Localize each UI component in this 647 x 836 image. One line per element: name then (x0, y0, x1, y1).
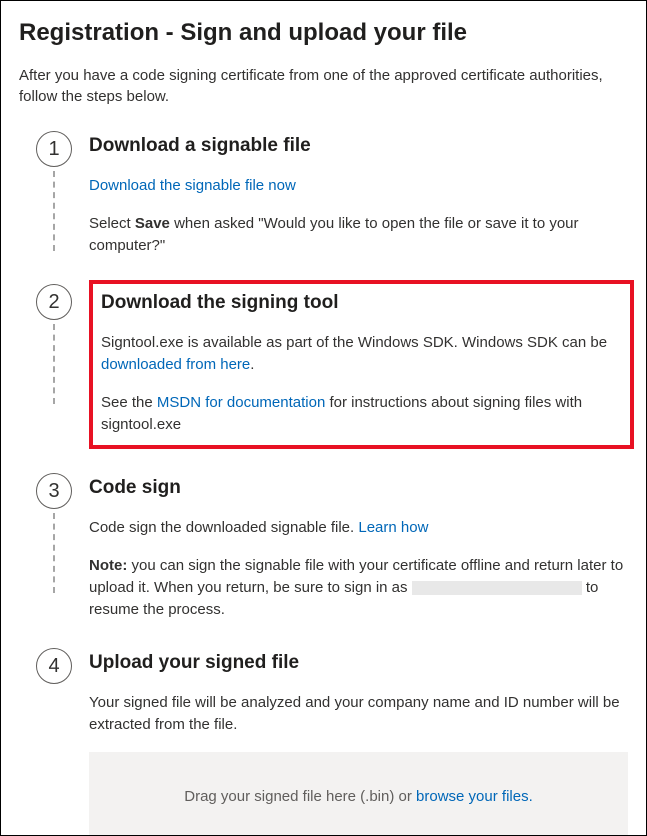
step-3-marker-col: 3 (19, 473, 89, 597)
step-3-p1: Code sign the downloaded signable file. … (89, 517, 628, 539)
dropzone-prefix: Drag your signed file here (.bin) or (184, 788, 416, 805)
sdk-download-link[interactable]: downloaded from here (101, 356, 250, 373)
step-2-p1: Signtool.exe is available as part of the… (101, 332, 624, 376)
step-2-number: 2 (36, 284, 72, 320)
step-3-body: Code sign Code sign the downloaded signa… (89, 473, 628, 648)
step-4-title: Upload your signed file (89, 652, 628, 674)
step-connector (53, 171, 55, 251)
save-bold: Save (135, 215, 170, 232)
step-2-marker-col: 2 (19, 284, 89, 408)
note-bold: Note: (89, 557, 127, 574)
msdn-doc-link[interactable]: MSDN for documentation (157, 394, 325, 411)
step-1: 1 Download a signable file Download the … (19, 131, 628, 284)
step-4: 4 Upload your signed file Your signed fi… (19, 648, 628, 836)
browse-files-link[interactable]: browse your files. (416, 788, 533, 805)
page-title: Registration - Sign and upload your file (19, 19, 628, 47)
step-connector (53, 324, 55, 404)
step-1-number: 1 (36, 131, 72, 167)
step-3-p1-prefix: Code sign the downloaded signable file. (89, 519, 358, 536)
step-2-p2-prefix: See the (101, 394, 157, 411)
page-intro: After you have a code signing certificat… (19, 65, 628, 107)
step-2-title: Download the signing tool (101, 292, 624, 314)
step-2-p1-suffix: . (250, 356, 254, 373)
step-3-title: Code sign (89, 477, 628, 499)
step-3-note: Note: you can sign the signable file wit… (89, 555, 628, 620)
step-2-p1-prefix: Signtool.exe is available as part of the… (101, 334, 607, 351)
step-1-body: Download a signable file Download the si… (89, 131, 628, 284)
step-2: 2 Download the signing tool Signtool.exe… (19, 284, 628, 473)
file-dropzone[interactable]: Drag your signed file here (.bin) or bro… (89, 752, 628, 836)
step-4-number: 4 (36, 648, 72, 684)
step-4-p1: Your signed file will be analyzed and yo… (89, 692, 628, 736)
step-1-text-prefix: Select (89, 215, 135, 232)
dropzone-text: Drag your signed file here (.bin) or bro… (184, 788, 533, 805)
step-2-body-highlighted: Download the signing tool Signtool.exe i… (89, 280, 634, 449)
step-3-number: 3 (36, 473, 72, 509)
step-4-marker-col: 4 (19, 648, 89, 684)
learn-how-link[interactable]: Learn how (358, 519, 428, 536)
step-1-title: Download a signable file (89, 135, 628, 157)
download-signable-link[interactable]: Download the signable file now (89, 177, 296, 194)
step-4-body: Upload your signed file Your signed file… (89, 648, 628, 836)
steps-list: 1 Download a signable file Download the … (19, 131, 628, 836)
step-2-p2: See the MSDN for documentation for instr… (101, 392, 624, 436)
step-connector (53, 513, 55, 593)
step-1-marker-col: 1 (19, 131, 89, 255)
registration-page: Registration - Sign and upload your file… (0, 0, 647, 836)
step-3: 3 Code sign Code sign the downloaded sig… (19, 473, 628, 648)
redacted-username (412, 581, 582, 595)
step-1-instruction: Select Save when asked "Would you like t… (89, 213, 628, 257)
